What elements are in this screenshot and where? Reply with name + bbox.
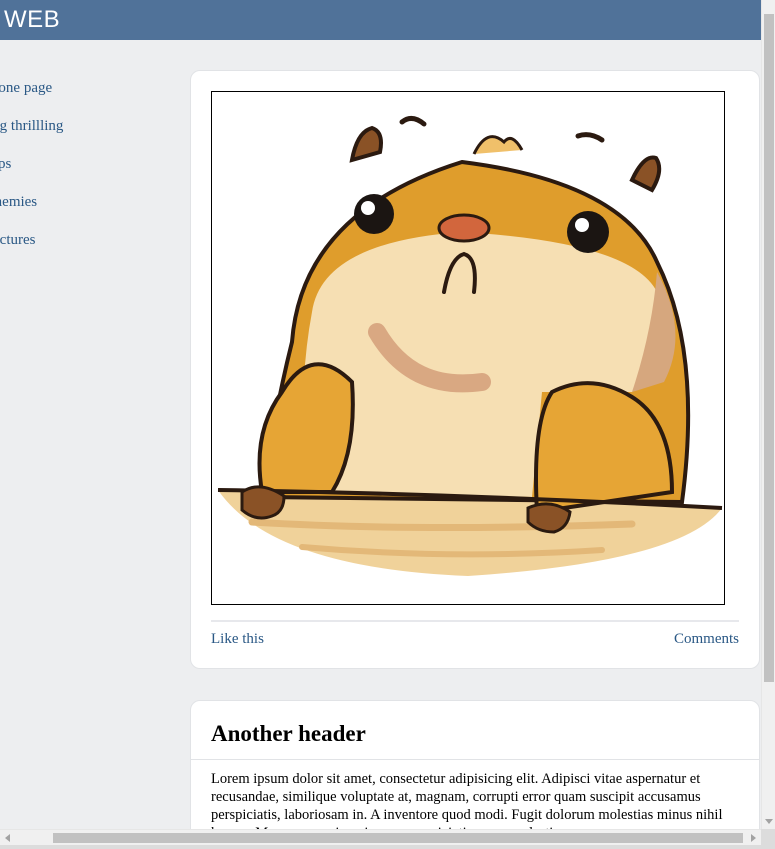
sidebar-item-thrilling[interactable]: ing thrillling bbox=[0, 118, 63, 135]
post-image[interactable] bbox=[211, 91, 725, 605]
horizontal-scroll-thumb[interactable] bbox=[53, 833, 743, 843]
brand-logo[interactable]: WEB bbox=[4, 6, 60, 34]
window-bottom-edge bbox=[0, 845, 761, 849]
horizontal-scrollbar[interactable] bbox=[0, 829, 761, 845]
article-card: Another header Lorem ipsum dolor sit ame… bbox=[190, 700, 760, 849]
scroll-left-arrow-icon[interactable] bbox=[5, 834, 10, 842]
scroll-down-arrow-icon[interactable] bbox=[765, 819, 773, 824]
post-card: Like this Comments bbox=[190, 70, 760, 669]
sidebar-item-enemies[interactable]: enemies bbox=[0, 194, 37, 211]
comments-link[interactable]: Comments bbox=[674, 631, 739, 648]
article-title: Another header bbox=[211, 721, 366, 746]
sidebar-item-pictures[interactable]: pictures bbox=[0, 232, 35, 249]
vertical-scroll-thumb[interactable] bbox=[764, 14, 774, 682]
sidebar-item-gossips[interactable]: sips bbox=[0, 156, 11, 173]
post-divider bbox=[211, 620, 739, 622]
sidebar-item-one-page[interactable]: e one page bbox=[0, 80, 52, 97]
like-link[interactable]: Like this bbox=[211, 631, 264, 648]
article-divider bbox=[191, 759, 759, 760]
hamster-illustration bbox=[217, 116, 723, 576]
scroll-right-arrow-icon[interactable] bbox=[751, 834, 756, 842]
scrollbar-corner bbox=[761, 829, 775, 849]
top-navigation-bar: WEB bbox=[0, 0, 761, 40]
vertical-scrollbar[interactable] bbox=[761, 0, 775, 829]
